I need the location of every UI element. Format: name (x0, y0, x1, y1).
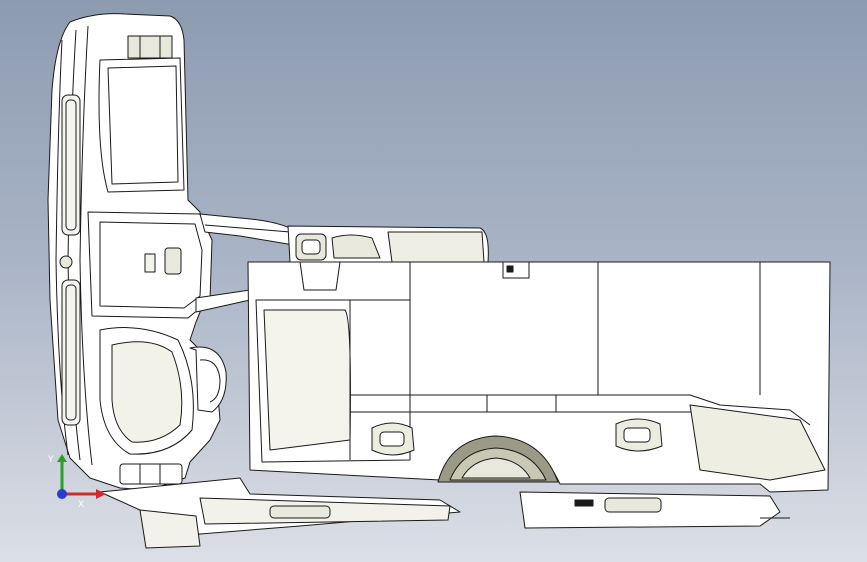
y-axis-arrow-icon (57, 454, 67, 462)
lower-rocker-trim[interactable] (99, 477, 790, 549)
cad-viewport[interactable]: Y X (0, 0, 867, 562)
x-axis-label: X (78, 500, 84, 510)
z-axis-icon (57, 489, 67, 499)
y-axis-label: Y (47, 455, 54, 465)
x-axis-arrow-icon (96, 489, 106, 499)
console-tray[interactable] (287, 225, 489, 263)
dashboard-panel[interactable] (47, 13, 227, 491)
coordinate-triad: Y X (47, 454, 106, 510)
cad-model[interactable] (0, 0, 867, 562)
